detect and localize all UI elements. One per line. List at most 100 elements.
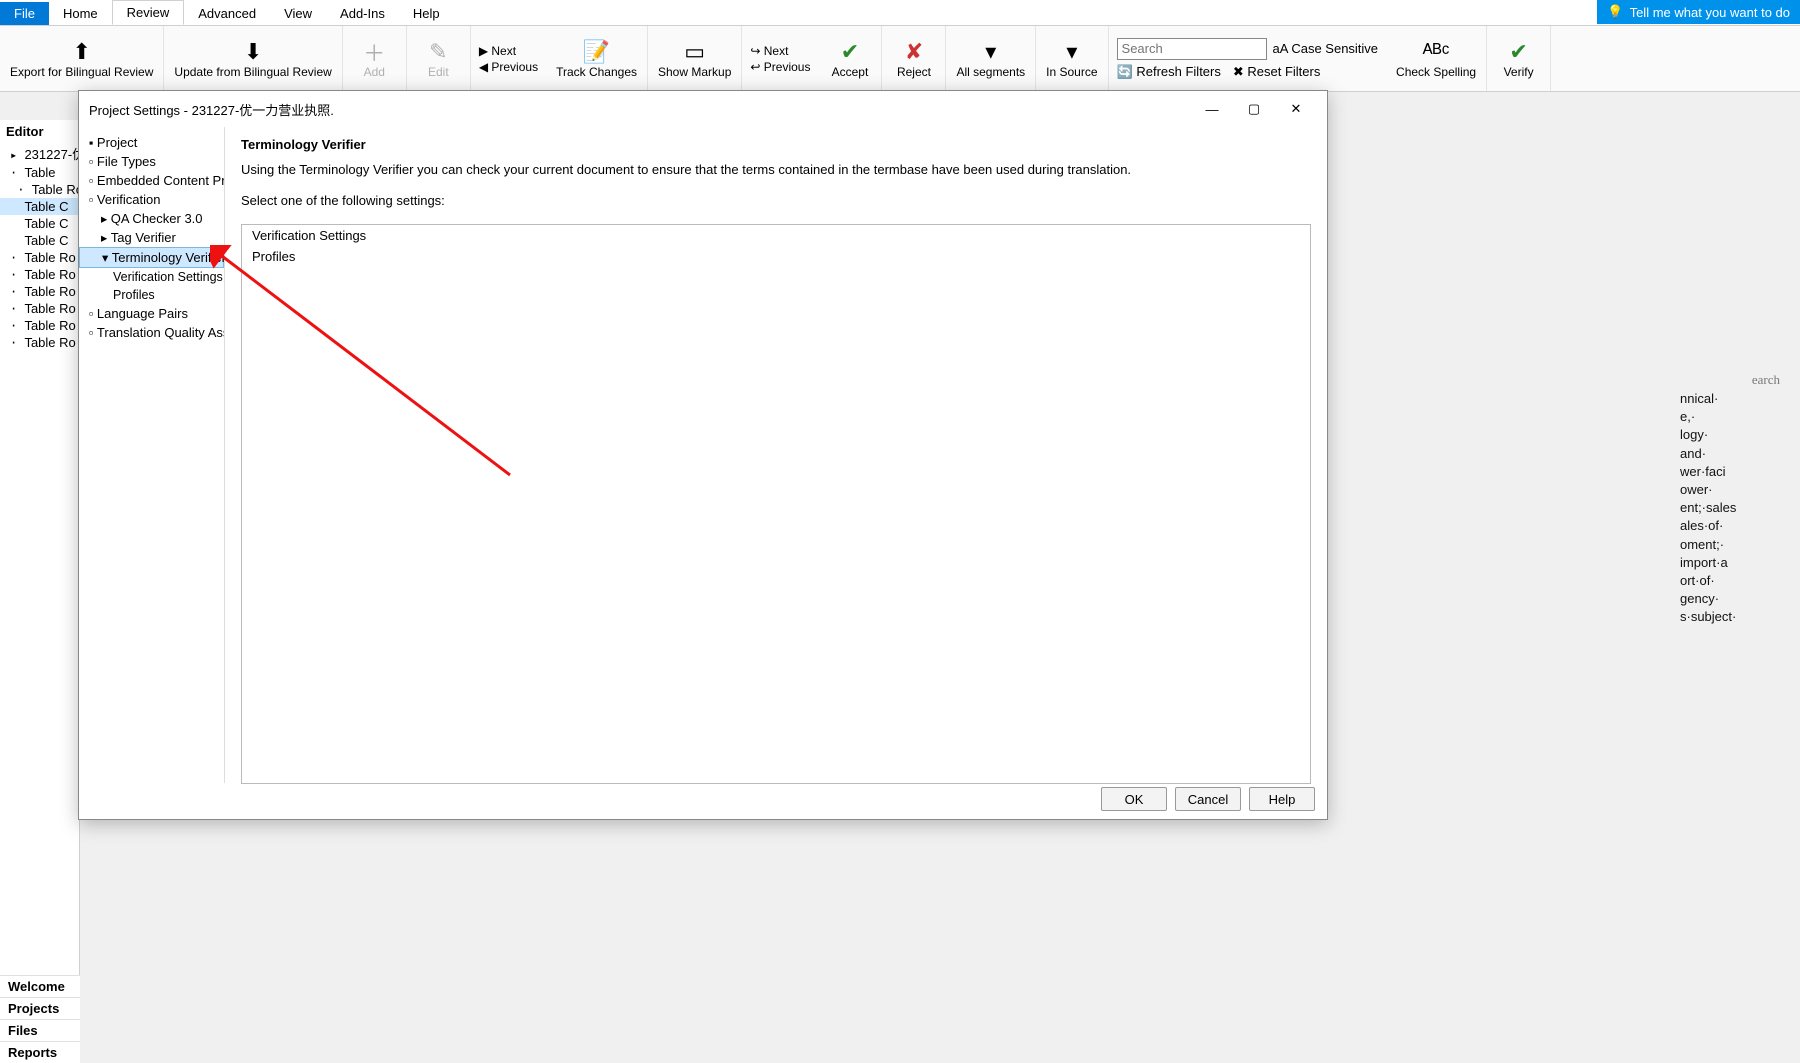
abc-icon: ᴬᴮᶜ (1423, 38, 1450, 66)
pencil-icon: ✎ (429, 38, 447, 66)
reject-button[interactable]: ✘ Reject (882, 26, 946, 91)
show-label: Show Markup (658, 66, 731, 79)
tree-tag-verifier[interactable]: ▸ Tag Verifier (79, 228, 224, 247)
ribbon-tabs: File Home Review Advanced View Add-Ins H… (0, 0, 1800, 26)
reject-icon: ✘ (905, 38, 923, 66)
tree-node[interactable]: · Table Ro (0, 317, 79, 334)
tree-node[interactable]: · Table Ro (0, 266, 79, 283)
maximize-button[interactable]: ▢ (1233, 97, 1275, 121)
option-profiles[interactable]: Profiles (242, 246, 1310, 267)
upload-icon: ⬆ (72, 38, 90, 66)
tell-me-box[interactable]: 💡 Tell me what you want to do (1597, 0, 1800, 24)
editor-tree[interactable]: ▸ 231227-优 · Table · Table Ro Table C Ta… (0, 143, 79, 351)
track-label: Track Changes (556, 66, 637, 79)
all-label: All segments (956, 66, 1025, 79)
verify-button[interactable]: ✔ Verify (1487, 26, 1551, 91)
comment-nav: ▶ Next ◀ Previous (471, 26, 546, 91)
tab-advanced[interactable]: Advanced (184, 2, 270, 25)
tab-addins[interactable]: Add-Ins (326, 2, 399, 25)
change-nav: ↪ Next ↩ Previous (742, 26, 818, 91)
next-change[interactable]: ↪ Next (750, 44, 810, 58)
nav-files[interactable]: Files (0, 1019, 80, 1041)
ok-button[interactable]: OK (1101, 787, 1167, 811)
bulb-icon: 💡 (1607, 4, 1623, 20)
nav-welcome[interactable]: Welcome (0, 975, 80, 997)
reset-filters-button[interactable]: ✖ Reset Filters (1233, 64, 1320, 80)
search-peek: earch (1752, 372, 1780, 388)
tree-node[interactable]: · Table Ro (0, 249, 79, 266)
ribbon-body: ⬆ Export for Bilingual Review ⬇ Update f… (0, 26, 1800, 92)
bottom-nav: Welcome Projects Files Reports (0, 975, 80, 1063)
tree-tqa[interactable]: ▫ Translation Quality Asse (79, 323, 224, 342)
panel-select-label: Select one of the following settings: (241, 193, 1311, 208)
markup-icon: ▭ (684, 38, 705, 66)
tree-terminology-verifier[interactable]: ▾ Terminology Verifier (79, 247, 224, 268)
tree-file-node[interactable]: ▸ 231227-优 (0, 143, 79, 164)
add-label: Add (364, 66, 385, 79)
in-source-button[interactable]: ▾ In Source (1036, 26, 1108, 91)
tree-node[interactable]: · Table (0, 164, 79, 181)
update-button[interactable]: ⬇ Update from Bilingual Review (164, 26, 342, 91)
reject-label: Reject (897, 66, 931, 79)
tree-profiles[interactable]: Profiles (79, 286, 224, 304)
refresh-filters-button[interactable]: 🔄 Refresh Filters (1117, 64, 1221, 80)
show-markup-button[interactable]: ▭ Show Markup (648, 26, 742, 91)
check-spelling-button[interactable]: ᴬᴮᶜ Check Spelling (1386, 26, 1487, 91)
settings-tree[interactable]: ▪ Project ▫ File Types ▫ Embedded Conten… (79, 127, 225, 783)
tab-view[interactable]: View (270, 2, 326, 25)
tree-verification[interactable]: ▫ Verification (79, 190, 224, 209)
track-changes-button[interactable]: 📝 Track Changes (546, 26, 648, 91)
help-button[interactable]: Help (1249, 787, 1315, 811)
tree-node[interactable]: Table C (0, 215, 79, 232)
check-label: Check Spelling (1396, 66, 1476, 79)
add-comment-button: ＋ Add (343, 26, 407, 91)
option-verification-settings[interactable]: Verification Settings (242, 225, 1310, 246)
accept-button[interactable]: ✔ Accept (818, 26, 882, 91)
verify-icon: ✔ (1509, 38, 1527, 66)
editor-heading: Editor (0, 120, 79, 143)
funnel-icon: ▾ (985, 38, 996, 66)
dialog-footer: OK Cancel Help (1101, 787, 1315, 811)
tree-project[interactable]: ▪ Project (79, 133, 224, 152)
nav-projects[interactable]: Projects (0, 997, 80, 1019)
edit-comment-button: ✎ Edit (407, 26, 471, 91)
panel-heading: Terminology Verifier (241, 137, 1311, 152)
tree-node[interactable]: Table C (0, 232, 79, 249)
tree-node[interactable]: · Table Ro (0, 181, 79, 198)
prev-comment: ◀ Previous (479, 60, 538, 74)
tree-embedded[interactable]: ▫ Embedded Content Pro (79, 171, 224, 190)
tree-node[interactable]: · Table Ro (0, 334, 79, 351)
tab-help[interactable]: Help (399, 2, 454, 25)
prev-change[interactable]: ↩ Previous (750, 60, 810, 74)
track-icon: 📝 (583, 38, 610, 66)
tell-me-label: Tell me what you want to do (1630, 5, 1790, 20)
all-segments-button[interactable]: ▾ All segments (946, 26, 1036, 91)
nav-reports[interactable]: Reports (0, 1041, 80, 1063)
verify-label: Verify (1504, 66, 1534, 79)
minimize-button[interactable]: — (1191, 97, 1233, 121)
settings-main-panel: Terminology Verifier Using the Terminolo… (225, 127, 1327, 783)
document-text-peek: nnical·e,·logy· and·wer·faciower· ent;·s… (1680, 390, 1800, 626)
update-label: Update from Bilingual Review (174, 66, 331, 79)
editor-navigation-panel: Editor ▸ 231227-优 · Table · Table Ro Tab… (0, 120, 80, 1063)
dialog-title: Project Settings - 231227-优一力营业执照. (89, 100, 334, 119)
tree-node-selected[interactable]: Table C (0, 198, 79, 215)
accept-label: Accept (832, 66, 869, 79)
tree-filetypes[interactable]: ▫ File Types (79, 152, 224, 171)
plus-icon: ＋ (363, 38, 385, 66)
close-button[interactable]: ✕ (1275, 97, 1317, 121)
tree-node[interactable]: · Table Ro (0, 283, 79, 300)
edit-label: Edit (428, 66, 449, 79)
tree-language-pairs[interactable]: ▫ Language Pairs (79, 304, 224, 323)
filter-search-input[interactable] (1117, 38, 1267, 60)
tree-verification-settings[interactable]: Verification Settings (79, 268, 224, 286)
cancel-button[interactable]: Cancel (1175, 787, 1241, 811)
tab-home[interactable]: Home (49, 2, 112, 25)
settings-options-list[interactable]: Verification Settings Profiles (241, 224, 1311, 784)
tab-review[interactable]: Review (112, 0, 185, 25)
tree-node[interactable]: · Table Ro (0, 300, 79, 317)
export-button[interactable]: ⬆ Export for Bilingual Review (0, 26, 164, 91)
case-sensitive-toggle[interactable]: aA Case Sensitive (1273, 41, 1379, 56)
tab-file[interactable]: File (0, 2, 49, 25)
tree-qa-checker[interactable]: ▸ QA Checker 3.0 (79, 209, 224, 228)
